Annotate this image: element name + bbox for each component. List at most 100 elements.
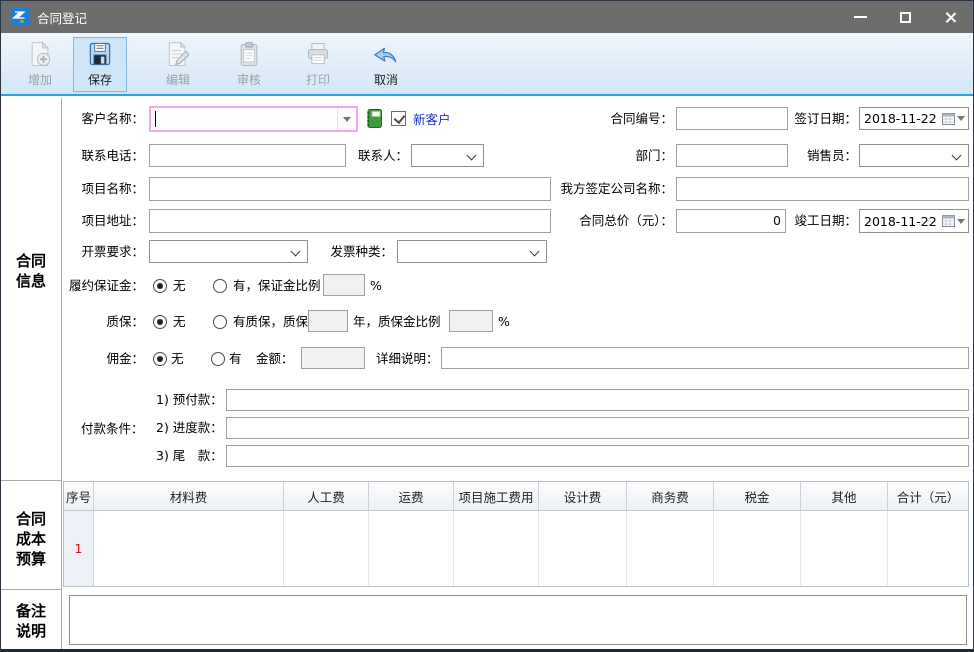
invoice-type-label: 发票种类：	[323, 244, 393, 260]
text-caret	[155, 111, 156, 127]
cancel-undo-icon	[372, 40, 400, 68]
total-cell[interactable]	[888, 511, 968, 586]
bond-none-radio[interactable]	[153, 279, 167, 293]
cancel-button[interactable]: 取消	[359, 37, 413, 92]
project-name-label: 项目名称：	[51, 181, 144, 197]
payment-item2-input[interactable]	[226, 417, 969, 439]
remark-textarea[interactable]	[69, 595, 967, 645]
chevron-down-icon	[952, 151, 962, 161]
toolbar: 增加 保存 编辑	[1, 33, 973, 96]
business-cell[interactable]	[627, 511, 714, 586]
design-cell[interactable]	[539, 511, 627, 586]
customer-name-combobox[interactable]	[149, 106, 358, 132]
edit-button[interactable]: 编辑	[151, 37, 205, 92]
col-business: 商务费	[627, 482, 714, 510]
contact-select[interactable]	[411, 144, 484, 167]
performance-bond-label: 履约保证金：	[51, 278, 144, 294]
construction-cell[interactable]	[454, 511, 539, 586]
maximize-icon	[900, 12, 911, 23]
edit-button-label: 编辑	[166, 71, 190, 88]
commission-detail-input[interactable]	[441, 347, 969, 369]
invoice-request-label: 开票要求：	[51, 244, 144, 260]
cost-table-row: 1	[64, 511, 968, 586]
commission-amount-input[interactable]	[301, 347, 365, 369]
print-button[interactable]: 打印	[291, 37, 345, 92]
completion-date-value: 2018-11-22	[864, 214, 937, 229]
bond-has-radio[interactable]	[213, 279, 227, 293]
total-price-label: 合同总价（元）：	[549, 213, 673, 229]
add-document-icon	[26, 40, 54, 68]
address-book-icon[interactable]	[364, 108, 384, 129]
cancel-button-label: 取消	[374, 71, 398, 88]
warranty-mid-label: 年，质保金比例	[353, 314, 441, 330]
invoice-type-select[interactable]	[397, 240, 547, 263]
total-price-input[interactable]: 0	[676, 209, 786, 233]
project-name-input[interactable]	[149, 177, 551, 201]
warranty-has-radio[interactable]	[213, 315, 227, 329]
department-label: 部门：	[601, 148, 673, 164]
warranty-years-input[interactable]	[308, 310, 348, 332]
close-button[interactable]	[928, 1, 973, 33]
cost-budget-table: 序号 材料费 人工费 运费 项目施工费用 设计费 商务费 税金 其他 合计（元）…	[63, 481, 969, 587]
bond-none-label: 无	[173, 278, 186, 294]
phone-input[interactable]	[149, 144, 346, 167]
sign-date-label: 签订日期：	[791, 111, 857, 127]
commission-has-radio[interactable]	[211, 352, 225, 366]
commission-has-label: 有	[229, 351, 242, 367]
contact-label: 联系人：	[351, 148, 408, 164]
window-title: 合同登记	[37, 8, 87, 27]
minimize-button[interactable]	[838, 1, 883, 33]
payment-item1-input[interactable]	[226, 389, 969, 411]
salesman-select[interactable]	[859, 144, 969, 167]
audit-button[interactable]: 审核	[222, 37, 276, 92]
calendar-icon	[942, 113, 955, 125]
edit-document-icon	[164, 40, 192, 68]
warranty-none-radio[interactable]	[153, 315, 167, 329]
contract-registration-window: 合同登记 增加 保存	[0, 0, 974, 652]
minimize-icon	[854, 16, 867, 18]
bond-has-label: 有，保证金比例	[233, 278, 321, 294]
combobox-drop-button[interactable]	[337, 108, 356, 130]
other-cell[interactable]	[801, 511, 888, 586]
chevron-down-icon	[467, 151, 477, 161]
save-button[interactable]: 保存	[73, 37, 127, 92]
contract-no-input[interactable]	[676, 107, 788, 130]
tax-cell[interactable]	[714, 511, 801, 586]
sign-date-drop[interactable]	[942, 113, 968, 125]
new-customer-checkbox[interactable]	[391, 111, 406, 126]
freight-cell[interactable]	[369, 511, 454, 586]
app-logo-icon	[11, 8, 29, 26]
payment-item3-input[interactable]	[226, 445, 969, 467]
payment-terms-label: 付款条件：	[81, 421, 144, 437]
warranty-ratio-input[interactable]	[449, 310, 493, 332]
warranty-label: 质保：	[51, 314, 144, 330]
our-company-label: 我方签定公司名称：	[549, 181, 673, 197]
audit-button-label: 审核	[237, 71, 261, 88]
maximize-button[interactable]	[883, 1, 928, 33]
section-label-remark: 备注说明	[1, 601, 61, 641]
warranty-has-label: 有质保，质保	[233, 314, 308, 330]
invoice-request-select[interactable]	[149, 240, 308, 263]
commission-label: 佣金：	[51, 351, 144, 367]
col-tax: 税金	[714, 482, 801, 510]
window-controls	[838, 1, 973, 33]
commission-none-radio[interactable]	[153, 352, 167, 366]
col-material: 材料费	[94, 482, 284, 510]
sign-date-picker[interactable]: 2018-11-22	[859, 107, 969, 130]
our-company-input[interactable]	[676, 177, 969, 201]
bond-percent-label: %	[370, 278, 382, 294]
col-other: 其他	[801, 482, 888, 510]
add-button-label: 增加	[28, 71, 52, 88]
payment-item1-label: 1) 预付款：	[156, 392, 223, 408]
col-total: 合计（元）	[888, 482, 968, 510]
bond-ratio-input[interactable]	[323, 274, 365, 296]
project-address-input[interactable]	[149, 209, 551, 233]
chevron-down-icon	[530, 247, 540, 257]
completion-date-drop[interactable]	[942, 215, 968, 227]
add-button[interactable]: 增加	[13, 37, 67, 92]
department-input[interactable]	[676, 144, 788, 167]
new-customer-label: 新客户	[413, 112, 451, 128]
completion-date-picker[interactable]: 2018-11-22	[859, 209, 969, 233]
material-cell[interactable]	[94, 511, 284, 586]
labor-cell[interactable]	[284, 511, 369, 586]
